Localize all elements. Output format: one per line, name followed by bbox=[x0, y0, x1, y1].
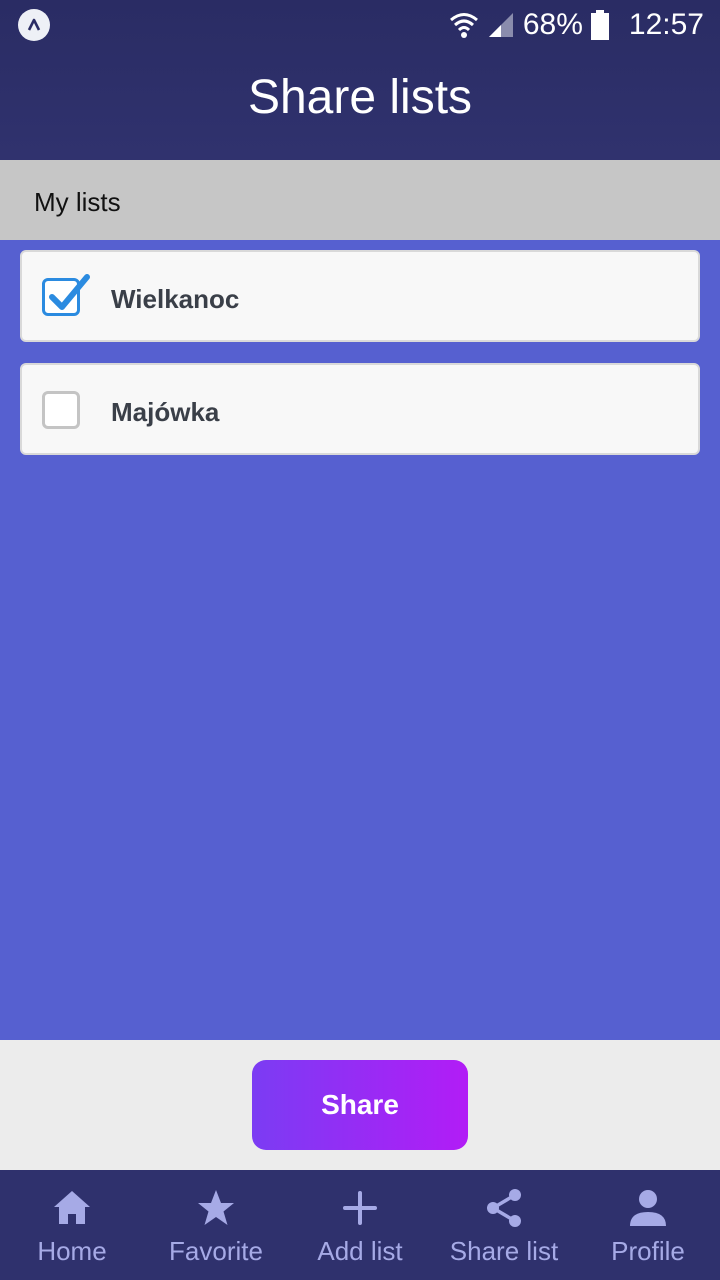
status-icons: 68% 12:57 bbox=[449, 6, 704, 44]
checkbox-checked[interactable] bbox=[42, 274, 90, 316]
nav-label: Add list bbox=[317, 1236, 403, 1266]
action-area: Share bbox=[0, 1040, 720, 1170]
share-icon bbox=[487, 1189, 521, 1227]
list-item-label: Majówka bbox=[111, 397, 220, 427]
page-title: Share lists bbox=[247, 71, 473, 124]
nav-profile[interactable]: Profile bbox=[576, 1170, 720, 1280]
profile-icon bbox=[630, 1190, 666, 1226]
plus-icon bbox=[343, 1191, 377, 1225]
battery-icon bbox=[590, 10, 609, 40]
status-bar: 68% 12:57 bbox=[0, 0, 720, 50]
nav-favorite[interactable]: Favorite bbox=[144, 1170, 288, 1280]
wifi-icon bbox=[449, 13, 478, 38]
list-item-majowka[interactable]: Majówka bbox=[20, 363, 700, 455]
nav-label: Favorite bbox=[169, 1236, 263, 1266]
signal-icon bbox=[488, 13, 513, 37]
app-header: 68% 12:57 Share lists bbox=[0, 0, 720, 160]
home-icon bbox=[54, 1191, 90, 1224]
star-icon bbox=[198, 1190, 234, 1225]
list-item-label: Wielkanoc bbox=[111, 284, 240, 314]
app-badge-icon bbox=[18, 9, 50, 41]
share-button[interactable]: Share bbox=[252, 1060, 468, 1150]
checkmark-icon bbox=[49, 274, 90, 310]
bottom-nav: Home Favorite Add list Share list Profil… bbox=[0, 1170, 720, 1280]
section-header: My lists bbox=[0, 160, 720, 240]
nav-label: Share list bbox=[449, 1236, 559, 1266]
nav-label: Home bbox=[37, 1236, 107, 1266]
clock: 12:57 bbox=[628, 8, 704, 41]
nav-label: Profile bbox=[611, 1236, 685, 1266]
nav-share-list[interactable]: Share list bbox=[432, 1170, 576, 1280]
nav-add-list[interactable]: Add list bbox=[288, 1170, 432, 1280]
list-item-wielkanoc[interactable]: Wielkanoc bbox=[20, 250, 700, 342]
battery-percent: 68% bbox=[522, 8, 583, 41]
nav-home[interactable]: Home bbox=[0, 1170, 144, 1280]
checkbox-unchecked[interactable] bbox=[42, 391, 80, 429]
section-title: My lists bbox=[34, 187, 121, 217]
